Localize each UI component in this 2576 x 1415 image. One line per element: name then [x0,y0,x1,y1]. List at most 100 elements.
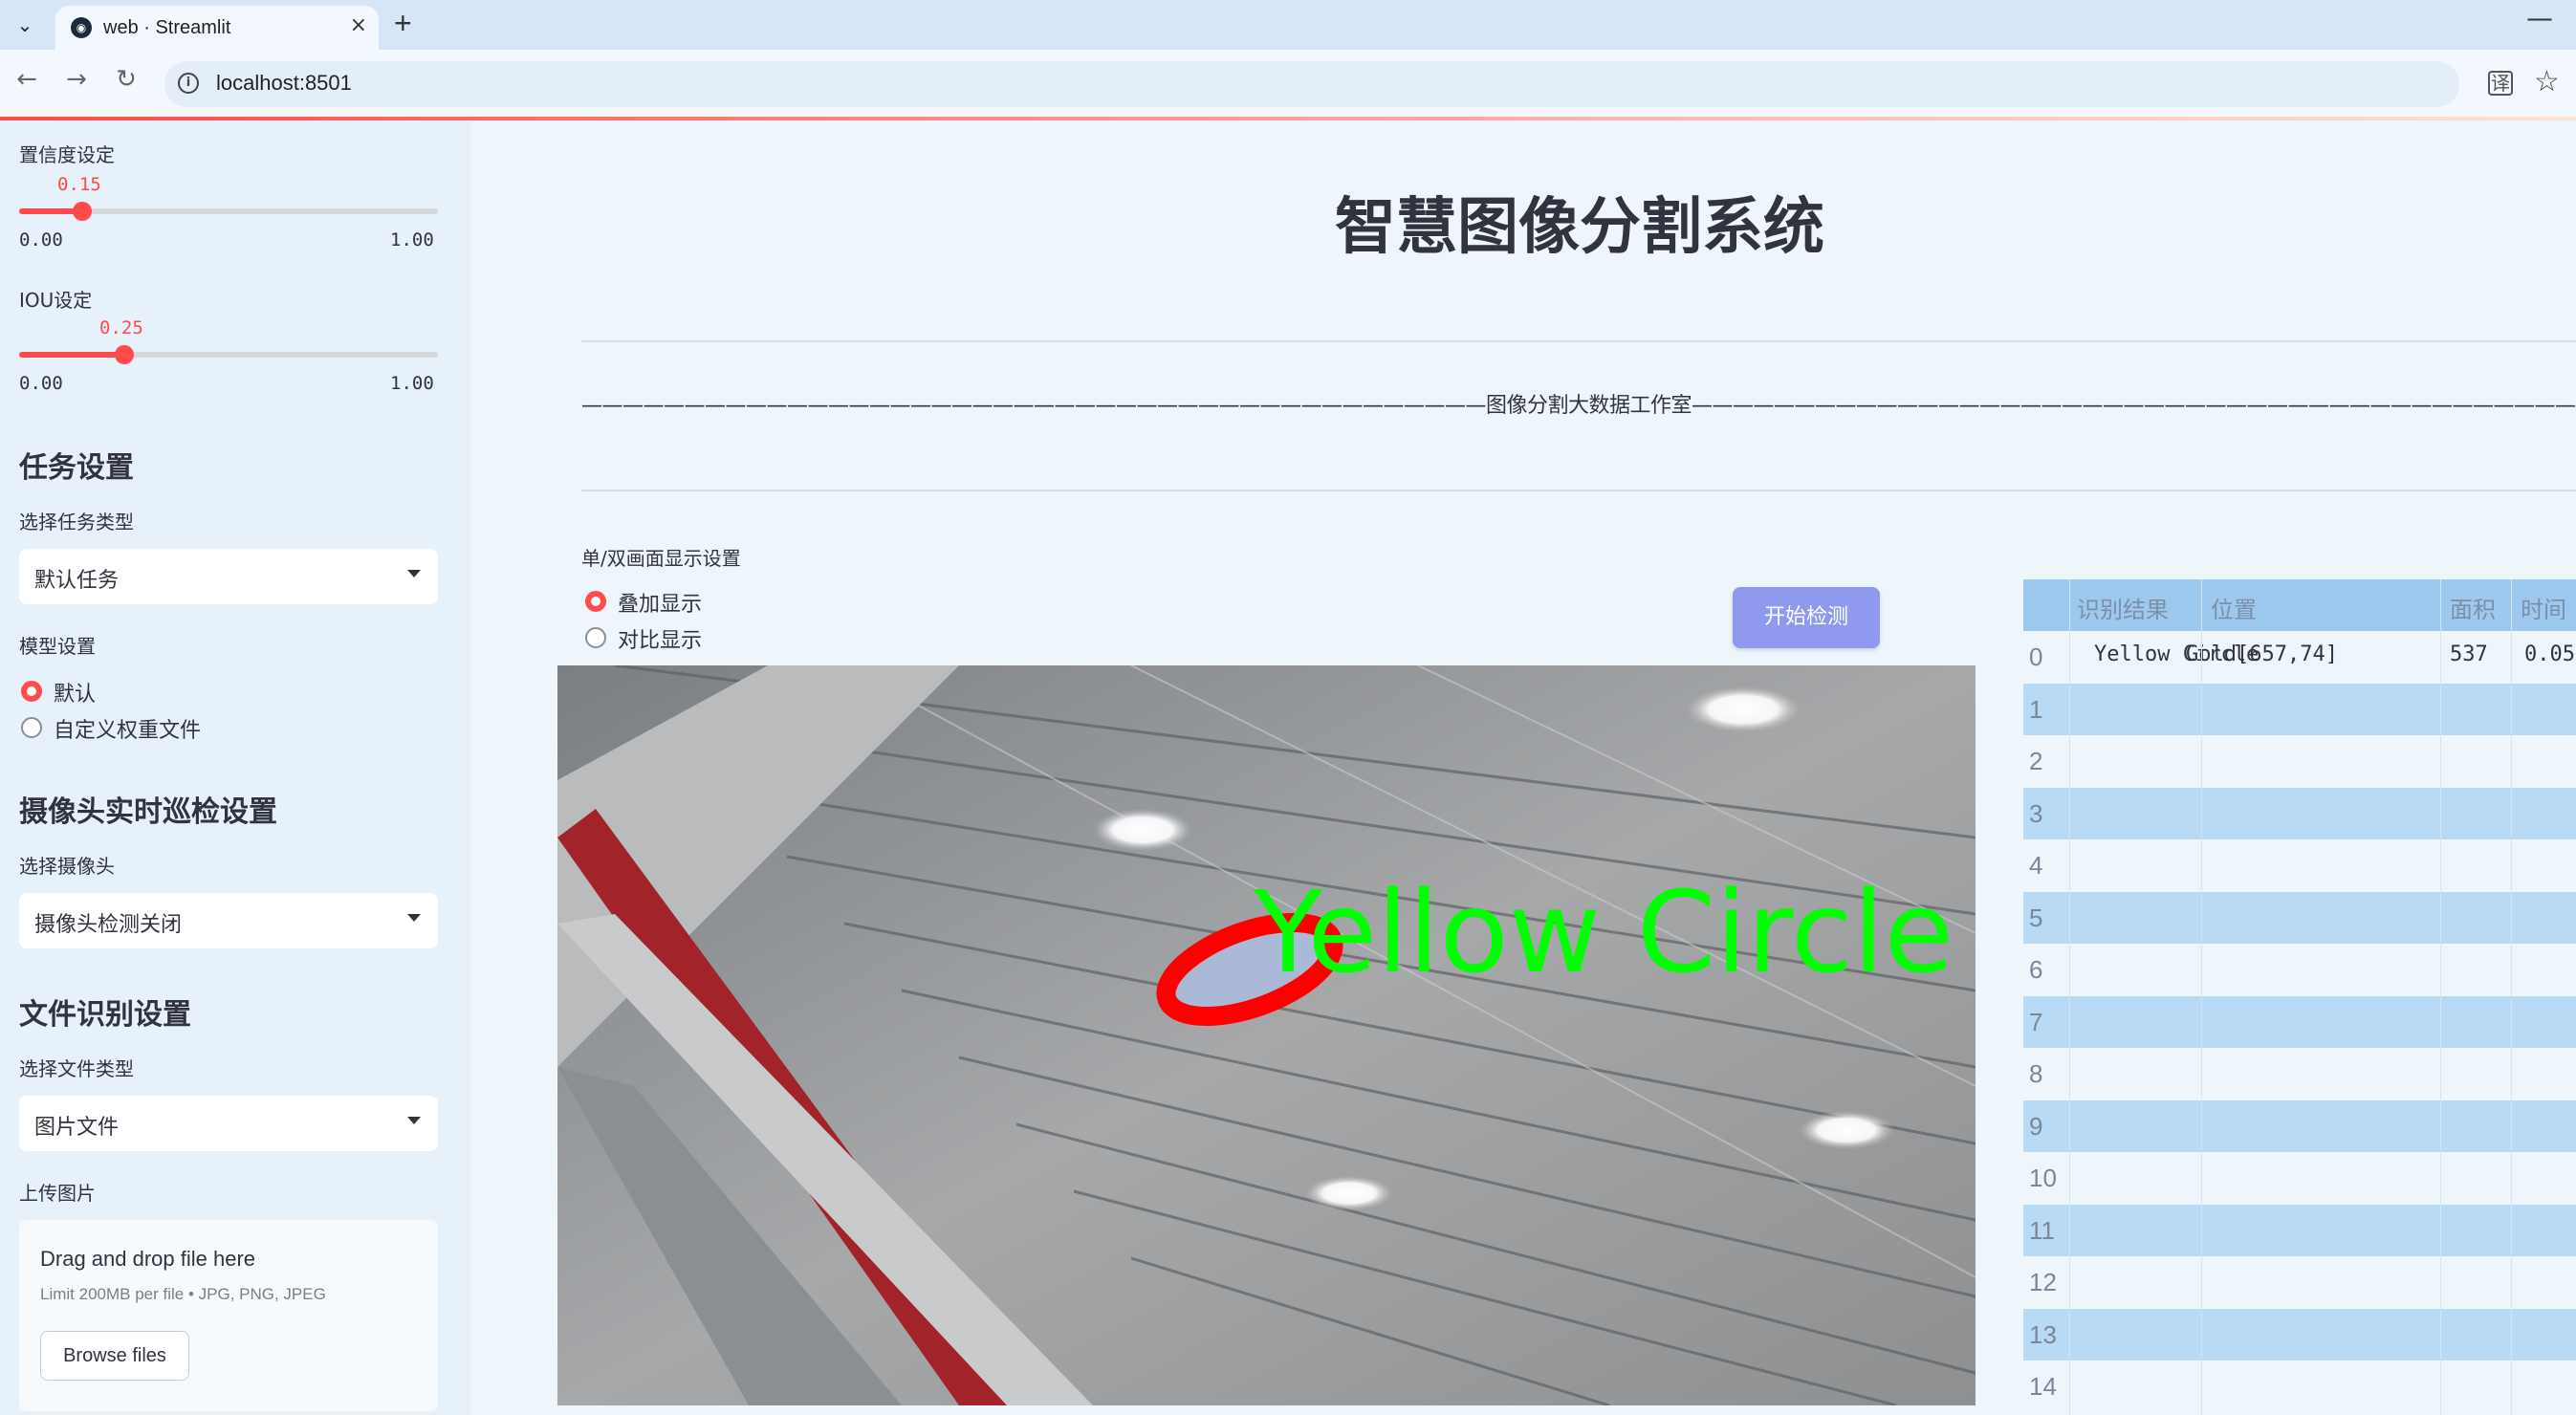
ceiling-photo: Yellow Circle [557,665,1976,1405]
row-index: 4 [2029,851,2043,880]
results-table[interactable]: 识别结果 位置 面积 时间 0 Yellow Circle Gold[657,74]… [2023,579,2576,1415]
task-type-select[interactable]: 默认任务 [19,549,438,604]
table-row[interactable]: 14 [2023,1361,2576,1413]
file-type-select[interactable]: 图片文件 [19,1096,438,1151]
iou-max: 1.00 [390,373,434,394]
chevron-down-icon [407,1117,421,1124]
browser-tab[interactable]: ◉ web · Streamlit × [55,6,379,50]
cell-area: 537 [2450,642,2488,666]
row-index: 14 [2029,1372,2057,1401]
file-dropzone[interactable]: Drag and drop file here Limit 200MB per … [19,1220,438,1411]
browse-files-button[interactable]: Browse files [40,1331,189,1381]
bookmark-star-icon[interactable]: ☆ [2534,65,2560,98]
file-type-label: 选择文件类型 [19,1057,134,1080]
table-row[interactable]: 0 Yellow Circle Gold[657,74] 537 0.05 [2023,631,2576,684]
row-index: 10 [2029,1164,2057,1192]
display-option-compare[interactable]: 对比显示 [618,623,702,654]
confidence-slider[interactable] [19,202,438,221]
cell-time: 0.05 [2524,642,2575,666]
model-option-default[interactable]: 默认 [54,677,96,708]
url-omnibox[interactable]: i localhost:8501 [164,61,2459,107]
header-position[interactable]: 位置 [2211,591,2257,624]
row-index: 6 [2029,955,2043,984]
upload-label: 上传图片 [19,1182,96,1205]
table-row[interactable]: 1 [2023,683,2576,735]
column-divider [2511,579,2512,1415]
model-radio-custom[interactable] [21,717,42,738]
confidence-max: 1.00 [390,229,434,250]
minimize-window-button[interactable]: — [2526,2,2553,33]
dropzone-title: Drag and drop file here [40,1247,256,1271]
row-index: 13 [2029,1319,2057,1349]
model-option-custom[interactable]: 自定义权重文件 [54,713,201,744]
chevron-down-icon [407,914,421,922]
table-row[interactable]: 6 [2023,944,2576,996]
iou-min: 0.00 [19,373,63,394]
table-row[interactable]: 7 [2023,995,2576,1048]
table-row[interactable]: 5 [2023,891,2576,944]
display-radio-overlay[interactable] [585,591,606,612]
table-row[interactable]: 2 [2023,735,2576,788]
row-index: 2 [2029,747,2043,775]
file-heading: 文件识别设置 [19,998,191,1032]
camera-heading: 摄像头实时巡检设置 [19,795,277,829]
table-row[interactable]: 4 [2023,839,2576,892]
table-row[interactable]: 9 [2023,1099,2576,1152]
cell-position: Gold[657,74] [2186,642,2338,666]
row-index: 9 [2029,1111,2043,1141]
table-row[interactable]: 8 [2023,1048,2576,1100]
divider [581,490,2576,491]
chevron-down-icon [407,570,421,577]
header-time[interactable]: 时间 [2521,591,2566,624]
iou-value: 0.25 [99,317,143,338]
detection-image: Yellow Circle [557,665,1976,1405]
streamlit-favicon-icon: ◉ [71,17,92,38]
row-index: 5 [2029,903,2043,932]
studio-banner: ————————————————————————————————————————… [581,394,2576,418]
column-divider [2440,579,2441,1415]
translate-icon[interactable]: 译 [2488,71,2513,96]
header-area[interactable]: 面积 [2450,591,2496,624]
start-detection-button[interactable]: 开始检测 [1733,587,1880,648]
row-index: 8 [2029,1059,2043,1088]
header-result[interactable]: 识别结果 [2077,591,2169,624]
confidence-label: 置信度设定 [19,143,115,166]
url-text[interactable]: localhost:8501 [216,71,352,96]
row-index: 3 [2029,798,2043,828]
table-row[interactable]: 11 [2023,1204,2576,1256]
iou-slider-thumb[interactable] [114,345,134,364]
dropzone-limit: Limit 200MB per file • JPG, PNG, JPEG [40,1285,326,1303]
table-row[interactable]: 3 [2023,787,2576,839]
table-row[interactable]: 13 [2023,1308,2576,1361]
model-label: 模型设置 [19,635,96,658]
tab-close-icon[interactable]: × [350,13,367,37]
table-row[interactable]: 12 [2023,1256,2576,1309]
file-type-value: 图片文件 [34,1116,120,1140]
confidence-min: 0.00 [19,229,63,250]
display-option-overlay[interactable]: 叠加显示 [618,587,702,618]
confidence-slider-thumb[interactable] [72,202,92,221]
confidence-value: 0.15 [57,174,101,195]
camera-select[interactable]: 摄像头检测关闭 [19,893,438,948]
tab-title: web · Streamlit [103,17,231,38]
site-info-icon[interactable]: i [178,73,199,94]
camera-value: 摄像头检测关闭 [34,913,183,937]
iou-slider[interactable] [19,345,438,364]
back-arrow-icon[interactable]: ← [10,65,44,94]
table-row[interactable]: 10 [2023,1152,2576,1205]
row-index: 1 [2029,694,2043,724]
address-bar-row: ← → ↻ i localhost:8501 译 ☆ [0,50,2576,119]
row-index: 7 [2029,1007,2043,1036]
task-heading: 任务设置 [19,451,134,485]
forward-arrow-icon[interactable]: → [59,65,94,94]
column-divider [2069,579,2070,1415]
display-radio-compare[interactable] [585,627,606,648]
detection-overlay-label: Yellow Circle [1253,866,1954,998]
tab-search-chevron-icon[interactable]: ⌄ [8,8,42,42]
reload-icon[interactable]: ↻ [109,65,143,94]
divider [581,340,2576,342]
model-radio-default[interactable] [21,681,42,702]
page-title: 智慧图像分割系统 [1335,192,1824,263]
new-tab-button[interactable]: + [394,6,412,41]
row-index: 0 [2029,642,2043,671]
